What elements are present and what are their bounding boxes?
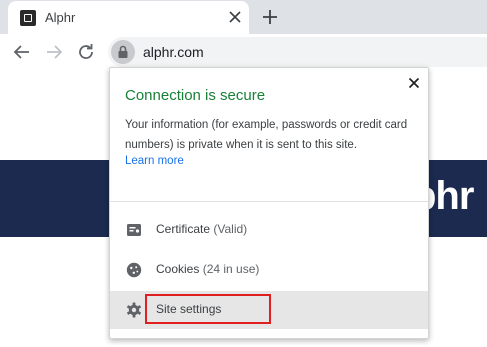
- cookies-label: Cookies: [156, 262, 200, 276]
- menu-label: Certificate (Valid): [156, 222, 247, 236]
- certificate-label: Certificate: [156, 222, 211, 236]
- connection-description: Your information (for example, passwords…: [125, 119, 408, 151]
- new-tab-plus-icon[interactable]: [259, 6, 281, 28]
- annotation-highlight-box: [145, 294, 271, 324]
- connection-status-title: Connection is secure: [125, 87, 266, 104]
- close-icon[interactable]: [406, 75, 422, 91]
- cookies-item[interactable]: Cookies (24 in use): [110, 251, 428, 289]
- arrow-right-icon[interactable]: [42, 40, 66, 64]
- cookies-count: (24 in use): [199, 262, 260, 276]
- arrow-left-icon[interactable]: [10, 40, 34, 64]
- browser-toolbar: alphr.com: [0, 34, 487, 69]
- close-icon[interactable]: [225, 7, 245, 27]
- lock-icon: [118, 45, 128, 58]
- divider: [110, 201, 428, 202]
- certificate-item[interactable]: Certificate (Valid): [110, 211, 428, 249]
- alphr-favicon-icon: [20, 10, 36, 26]
- certificate-status: (Valid): [210, 222, 248, 236]
- tab-title: Alphr: [45, 10, 76, 25]
- gear-icon: [127, 302, 141, 318]
- address-bar[interactable]: alphr.com: [108, 37, 487, 67]
- certificate-icon: [127, 224, 141, 236]
- menu-label: Cookies (24 in use): [156, 262, 259, 276]
- url-text[interactable]: alphr.com: [143, 44, 204, 60]
- tab-strip: Alphr: [0, 0, 487, 34]
- cookie-icon: [126, 262, 142, 278]
- site-info-button[interactable]: [111, 40, 135, 64]
- tab-alphr[interactable]: Alphr: [8, 1, 249, 34]
- learn-more-link[interactable]: Learn more: [125, 155, 184, 167]
- reload-icon[interactable]: [74, 40, 98, 64]
- site-info-popup: Connection is secure Your information (f…: [109, 67, 429, 339]
- site-settings-item[interactable]: Site settings: [110, 291, 428, 329]
